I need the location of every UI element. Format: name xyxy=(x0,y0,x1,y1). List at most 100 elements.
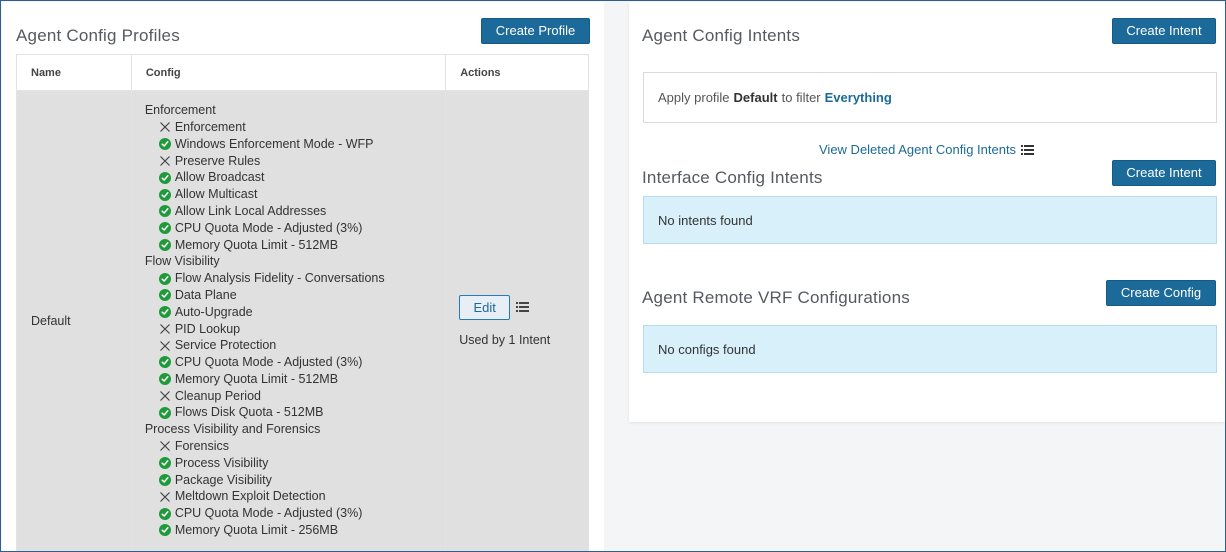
config-item: Package Visibility xyxy=(145,472,445,489)
config-item: Allow Link Local Addresses xyxy=(145,203,445,220)
intent-profile-name: Default xyxy=(733,90,778,105)
config-item: Enforcement xyxy=(145,119,445,136)
config-item: Process Visibility xyxy=(145,455,445,472)
check-circle-icon xyxy=(158,306,171,319)
check-circle-icon xyxy=(158,289,171,302)
intent-item: Apply profile Default to filter Everythi… xyxy=(643,72,1217,123)
used-by-text: Used by 1 Intent xyxy=(459,332,551,347)
profile-actions-cell: Edit Used by 1 Intent xyxy=(445,90,589,551)
column-header-name[interactable]: Name xyxy=(16,54,132,91)
config-item-label: Forensics xyxy=(174,439,229,454)
config-item: Allow Broadcast xyxy=(145,169,445,186)
config-item: Windows Enforcement Mode - WFP xyxy=(145,136,445,153)
profiles-title: Agent Config Profiles xyxy=(16,26,180,45)
config-item: Allow Multicast xyxy=(145,186,445,203)
config-item-label: Allow Link Local Addresses xyxy=(174,203,327,218)
config-item-label: Process Visibility xyxy=(174,455,269,470)
config-item: Service Protection xyxy=(145,337,445,354)
config-group-label: Enforcement xyxy=(144,103,216,118)
check-circle-icon xyxy=(158,373,171,386)
column-header-actions: Actions xyxy=(445,54,589,91)
profile-name: Default xyxy=(31,313,71,328)
config-item-label: Windows Enforcement Mode - WFP xyxy=(174,136,374,151)
close-icon xyxy=(159,390,171,402)
column-header-config[interactable]: Config xyxy=(130,54,447,91)
check-circle-icon xyxy=(158,138,171,151)
check-circle-icon xyxy=(158,524,171,537)
edit-row: Edit xyxy=(459,294,588,320)
config-item: CPU Quota Mode - Adjusted (3%) xyxy=(145,354,445,371)
list-icon[interactable] xyxy=(516,301,530,313)
table-row: Default Enforcement Enforcement Windows En… xyxy=(16,90,589,551)
check-circle-icon xyxy=(158,171,171,184)
app-frame: Agent Config Profiles Create Profile Nam… xyxy=(0,0,1226,552)
intents-panel: Agent Config Intents Create Intent Apply… xyxy=(629,2,1225,422)
create-config-button[interactable]: Create Config xyxy=(1106,280,1216,306)
list-icon xyxy=(1021,144,1035,156)
config-item-label: Auto-Upgrade xyxy=(174,304,253,319)
profile-config-cell: Enforcement Enforcement Windows Enforcemen… xyxy=(130,90,447,551)
config-item: Flows Disk Quota - 512MB xyxy=(145,404,445,421)
check-circle-icon xyxy=(158,406,171,419)
config-item-label: Flow Analysis Fidelity - Conversations xyxy=(174,271,385,286)
config-item: CPU Quota Mode - Adjusted (3%) xyxy=(145,220,445,237)
config-item: PID Lookup xyxy=(145,321,445,338)
config-list: Enforcement Enforcement Windows Enforcemen… xyxy=(145,102,445,539)
config-item-label: Allow Broadcast xyxy=(174,170,265,185)
config-item-label: Preserve Rules xyxy=(174,153,261,168)
close-icon xyxy=(159,340,171,352)
create-agent-intent-button[interactable]: Create Intent xyxy=(1112,18,1216,44)
check-circle-icon xyxy=(158,507,171,520)
config-item: Memory Quota Limit - 512MB xyxy=(145,237,445,254)
agent-config-profiles-panel: Agent Config Profiles Create Profile Nam… xyxy=(2,2,604,551)
config-item-label: Package Visibility xyxy=(174,472,272,487)
apply-middle: to filter xyxy=(781,90,821,105)
close-icon xyxy=(159,323,171,335)
config-item-label: CPU Quota Mode - Adjusted (3%) xyxy=(174,355,363,370)
config-item: Preserve Rules xyxy=(145,153,445,170)
config-item-label: Meltdown Exploit Detection xyxy=(174,489,326,504)
config-item-label: Data Plane xyxy=(174,287,237,302)
config-item-label: CPU Quota Mode - Adjusted (3%) xyxy=(174,220,363,235)
agent-config-intents-title: Agent Config Intents xyxy=(642,26,801,45)
config-item-label: PID Lookup xyxy=(174,321,241,336)
config-item: Auto-Upgrade xyxy=(145,304,445,321)
config-item: Cleanup Period xyxy=(145,388,445,405)
config-item: CPU Quota Mode - Adjusted (3%) xyxy=(145,505,445,522)
intent-filter-link[interactable]: Everything xyxy=(825,90,892,105)
edit-profile-button[interactable]: Edit xyxy=(459,294,511,320)
no-intents-message: No intents found xyxy=(643,196,1217,244)
no-configs-message: No configs found xyxy=(643,325,1217,373)
config-item: Flow Analysis Fidelity - Conversations xyxy=(145,270,445,287)
check-circle-icon xyxy=(158,222,171,235)
create-interface-intent-button[interactable]: Create Intent xyxy=(1112,160,1216,186)
view-deleted-label: View Deleted Agent Config Intents xyxy=(819,142,1017,157)
close-icon xyxy=(159,155,171,167)
check-circle-icon xyxy=(158,272,171,285)
check-circle-icon xyxy=(158,356,171,369)
table-header-row: Name Config Actions xyxy=(16,54,589,91)
config-item-label: Memory Quota Limit - 256MB xyxy=(174,523,339,538)
config-item: Forensics xyxy=(145,438,445,455)
config-item-label: Service Protection xyxy=(174,338,277,353)
profile-name-cell: Default xyxy=(16,90,132,551)
config-item-label: Memory Quota Limit - 512MB xyxy=(174,237,339,252)
view-deleted-intents-link[interactable]: View Deleted Agent Config Intents xyxy=(819,142,1035,157)
config-item-label: Allow Multicast xyxy=(174,187,258,202)
config-group-label: Process Visibility and Forensics xyxy=(144,422,321,437)
close-icon xyxy=(159,491,171,503)
config-item: Data Plane xyxy=(145,287,445,304)
remote-vrf-title: Agent Remote VRF Configurations xyxy=(642,288,910,307)
check-circle-icon xyxy=(158,205,171,218)
interface-config-intents-title: Interface Config Intents xyxy=(642,168,823,187)
config-group-label: Flow Visibility xyxy=(144,254,220,269)
close-icon xyxy=(159,440,171,452)
create-profile-button[interactable]: Create Profile xyxy=(481,18,590,44)
config-item-label: Cleanup Period xyxy=(174,388,261,403)
apply-prefix: Apply profile xyxy=(658,90,730,105)
check-circle-icon xyxy=(158,188,171,201)
close-icon xyxy=(159,121,171,133)
profiles-table: Name Config Actions Default Enforcement E… xyxy=(16,54,589,551)
config-item-label: Enforcement xyxy=(174,119,246,134)
config-item-label: CPU Quota Mode - Adjusted (3%) xyxy=(174,506,363,521)
